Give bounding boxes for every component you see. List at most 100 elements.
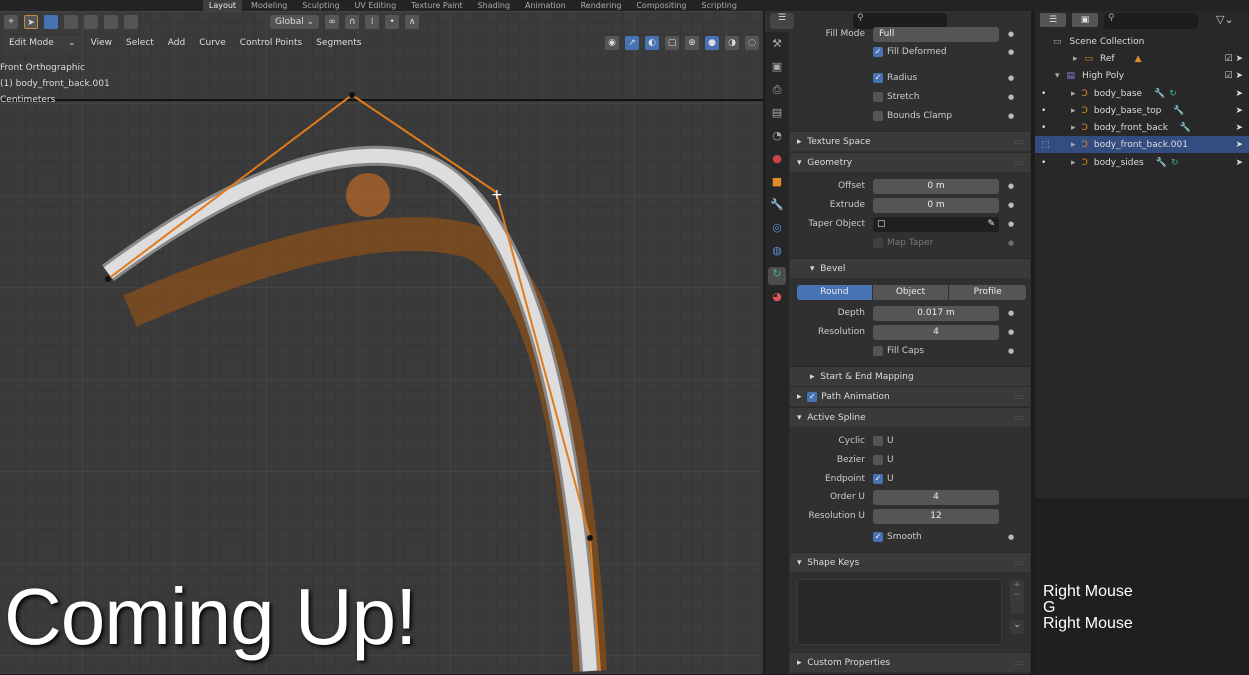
order-u-field[interactable]: 4 [873, 489, 999, 505]
select-arrow-icon[interactable]: ➤ [1235, 140, 1243, 150]
fill-caps-checkbox[interactable] [873, 346, 883, 356]
select-arrow-icon[interactable]: ➤ [1235, 158, 1243, 168]
modifier-tab-icon[interactable]: 🔧 [768, 198, 786, 216]
resolution-field[interactable]: 4 [873, 324, 999, 340]
outliner-item-body-base-top[interactable]: • ▸ Ↄbody_base_top 🔧 ➤ [1035, 102, 1249, 119]
fill-deformed-row[interactable]: ✓ Fill Deformed ● [790, 43, 1030, 61]
map-taper-row[interactable]: Map Taper ● [790, 234, 1030, 252]
select-mode-subtract-icon[interactable] [84, 14, 98, 29]
stretch-row[interactable]: Stretch ● [790, 88, 1030, 106]
world-tab-icon[interactable]: ● [768, 152, 786, 170]
visibility-icon[interactable]: ◉ [605, 35, 619, 50]
select-mode-invert-icon[interactable] [104, 14, 118, 29]
bounds-clamp-row[interactable]: Bounds Clamp ● [790, 107, 1030, 125]
smooth-row[interactable]: ✓ Smooth ● [790, 528, 1030, 546]
snap-icon[interactable]: ∩ [345, 14, 360, 29]
mode-dropdown[interactable]: Edit Mode ⌄ [4, 35, 81, 50]
outliner-item-high-poly[interactable]: ▾ ▤ High Poly ☑ ➤ [1035, 67, 1249, 84]
map-taper-checkbox[interactable] [873, 238, 883, 248]
geometry-panel[interactable]: ▾ Geometry:::: [790, 152, 1030, 172]
select-arrow-icon[interactable]: ➤ [1235, 106, 1243, 116]
particles-tab-icon[interactable]: ◎ [768, 221, 786, 239]
tab-rendering[interactable]: Rendering [575, 0, 628, 11]
shape-keys-panel[interactable]: ▾ Shape Keys:::: [790, 552, 1030, 572]
curve-data-tab-icon[interactable]: ↻ [768, 267, 786, 285]
visibility-checkbox[interactable]: ☑ ➤ [1225, 71, 1243, 81]
cyclic-u-checkbox[interactable] [873, 436, 883, 446]
select-mode-intersect-icon[interactable] [124, 14, 138, 29]
smooth-checkbox[interactable]: ✓ [873, 532, 883, 542]
xray-icon[interactable]: ▢ [665, 35, 679, 50]
taper-object-field[interactable]: ▢ ✎ [873, 216, 999, 232]
menu-control-points[interactable]: Control Points [236, 36, 306, 50]
bevel-round-button[interactable]: Round [797, 285, 872, 300]
active-spline-panel[interactable]: ▾ Active Spline:::: [790, 407, 1030, 427]
outliner-editor-type-icon[interactable]: ☰ [1040, 13, 1066, 27]
menu-curve[interactable]: Curve [195, 36, 230, 50]
stretch-checkbox[interactable] [873, 92, 883, 102]
tab-modeling[interactable]: Modeling [245, 0, 293, 11]
resolution-u-field[interactable]: 12 [873, 508, 999, 524]
radius-row[interactable]: ✓ Radius ● [790, 69, 1030, 87]
bounds-clamp-checkbox[interactable] [873, 111, 883, 121]
tab-animation[interactable]: Animation [519, 0, 572, 11]
filter-icon[interactable]: ▽⌄ [1216, 13, 1234, 26]
select-mode-extend-icon[interactable] [64, 14, 78, 29]
outliner-search-input[interactable]: ⚲ [1104, 13, 1198, 29]
outliner-item-body-front-back-001[interactable]: ⬚ ▸ Ↄbody_front_back.001 ➤ [1035, 136, 1249, 153]
depth-field[interactable]: 0.017 m [873, 305, 999, 321]
path-animation-panel[interactable]: ▸ ✓ Path Animation:::: [790, 386, 1030, 406]
select-tool-icon[interactable]: ➤ [24, 14, 38, 29]
tab-layout[interactable]: Layout [202, 0, 243, 11]
outliner-item-body-front-back[interactable]: • ▸ Ↄbody_front_back 🔧 ➤ [1035, 119, 1249, 136]
outliner-item-body-base[interactable]: • ▸ Ↄbody_base 🔧 ↻ ➤ [1035, 85, 1249, 102]
tab-scripting[interactable]: Scripting [695, 0, 743, 11]
bevel-profile-button[interactable]: Profile [949, 285, 1026, 300]
3d-viewport[interactable]: + ⌖ ➤ Global ⌄ ∞ ∩ ⁞ • ∧ Edit Mode ⌄ Vie… [0, 11, 763, 674]
shape-key-add-remove[interactable]: + − [1010, 580, 1024, 614]
editor-type-icon[interactable]: ⌖ [4, 14, 18, 29]
outliner-item-ref[interactable]: ▸ ▭ Ref ▲ ☑ ➤ [1035, 50, 1249, 67]
view-layer-tab-icon[interactable]: ▤ [768, 106, 786, 124]
edit-mode-icon[interactable]: ⬚ [1041, 140, 1071, 150]
tab-compositing[interactable]: Compositing [630, 0, 692, 11]
fill-deformed-checkbox[interactable]: ✓ [873, 47, 883, 57]
proportional-edit-icon[interactable]: • [385, 14, 400, 29]
outliner-item-body-sides[interactable]: • ▸ Ↄbody_sides 🔧 ↻ ➤ [1035, 154, 1249, 171]
object-tab-icon[interactable]: ■ [768, 175, 786, 193]
material-shading-icon[interactable]: ◑ [725, 35, 739, 50]
material-tab-icon[interactable]: ◕ [768, 290, 786, 308]
eyedropper-icon[interactable]: ✎ [987, 217, 995, 232]
select-mode-new-icon[interactable] [44, 14, 58, 29]
tab-sculpting[interactable]: Sculpting [296, 0, 345, 11]
display-mode-icon[interactable]: ▣ [1072, 13, 1098, 27]
tab-shading[interactable]: Shading [472, 0, 517, 11]
custom-properties-panel[interactable]: ▸ Custom Properties:::: [790, 652, 1030, 672]
path-animation-checkbox[interactable]: ✓ [807, 391, 818, 402]
extrude-field[interactable]: 0 m [873, 197, 999, 213]
bevel-panel[interactable]: ▾ Bevel [790, 258, 1030, 278]
visibility-checkbox[interactable]: ☑ ➤ [1225, 54, 1243, 64]
menu-view[interactable]: View [87, 36, 116, 50]
bezier-u-checkbox[interactable] [873, 455, 883, 465]
texture-space-panel[interactable]: ▸ Texture Space:::: [790, 131, 1030, 151]
render-tab-icon[interactable]: ▣ [768, 60, 786, 78]
menu-select[interactable]: Select [122, 36, 158, 50]
falloff-icon[interactable]: ∧ [405, 14, 420, 29]
select-arrow-icon[interactable]: ➤ [1235, 89, 1243, 99]
scene-tab-icon[interactable]: ◔ [768, 129, 786, 147]
radius-checkbox[interactable]: ✓ [873, 73, 883, 83]
shape-keys-list[interactable] [797, 579, 1002, 645]
start-end-mapping-panel[interactable]: ▸ Start & End Mapping [790, 366, 1030, 386]
menu-add[interactable]: Add [164, 36, 189, 50]
rendered-shading-icon[interactable]: ◌ [745, 35, 759, 50]
select-arrow-icon[interactable]: ➤ [1235, 123, 1243, 133]
overlay-icon[interactable]: ◐ [645, 35, 659, 50]
scene-collection-row[interactable]: ▭ Scene Collection [1035, 33, 1249, 50]
transform-orientation-dropdown[interactable]: Global ⌄ [270, 14, 320, 29]
tab-uv-editing[interactable]: UV Editing [348, 0, 402, 11]
fill-mode-dropdown[interactable]: Full [873, 26, 999, 42]
tool-tab-icon[interactable]: ⚒ [768, 37, 786, 55]
bevel-object-button[interactable]: Object [872, 285, 949, 300]
tab-texture-paint[interactable]: Texture Paint [405, 0, 469, 11]
